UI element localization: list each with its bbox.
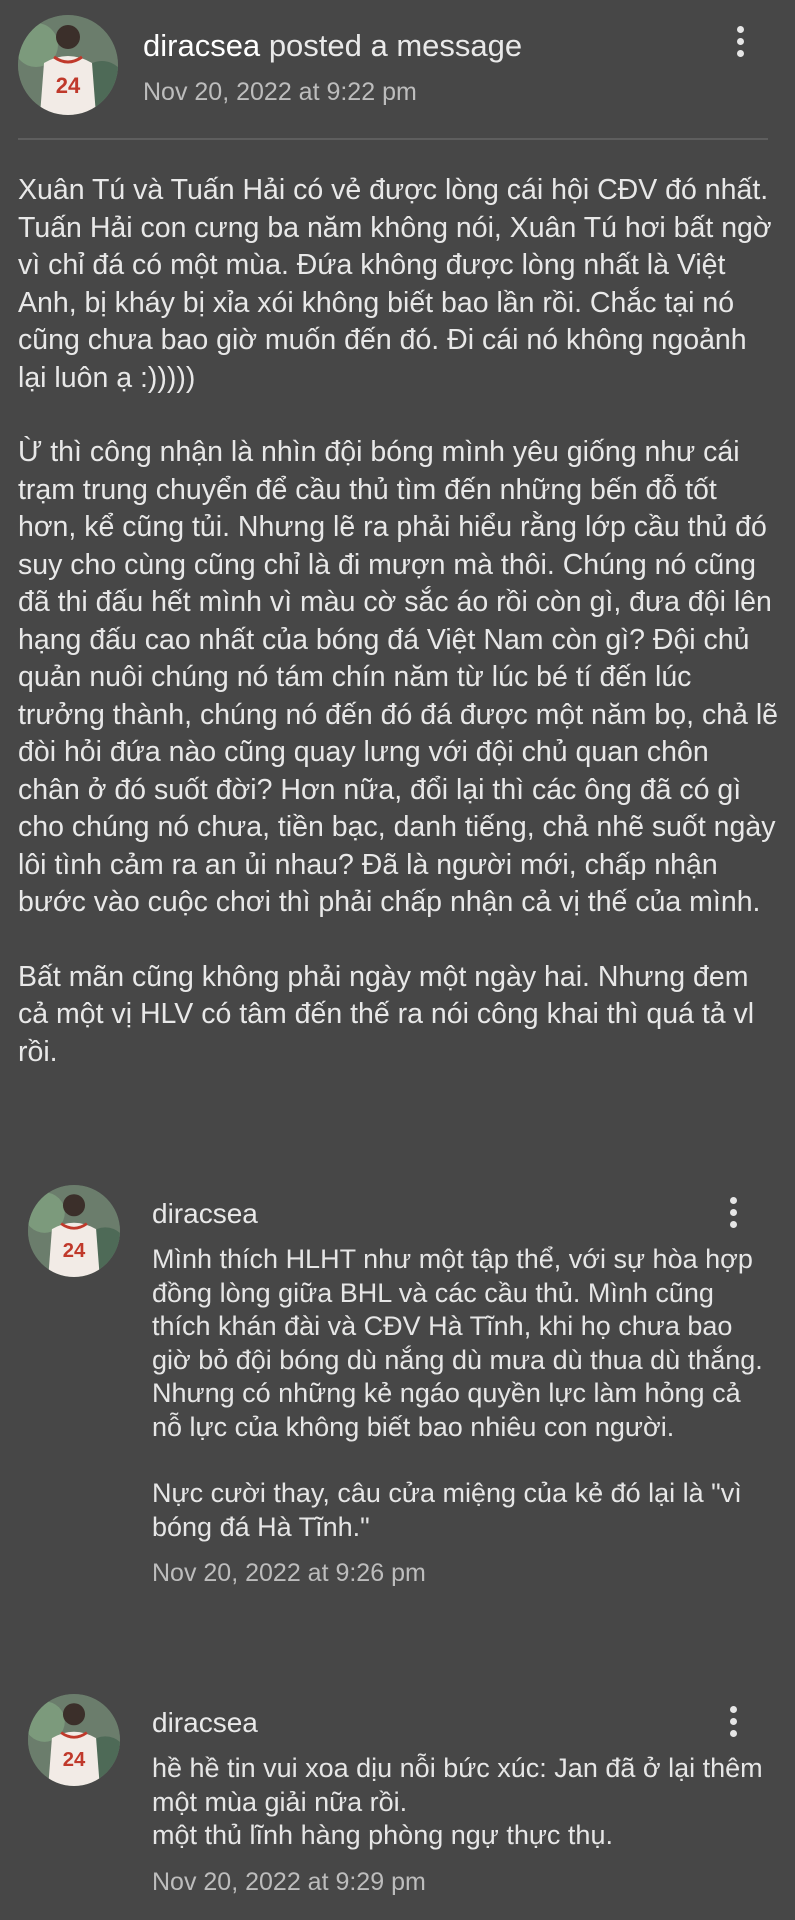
avatar-image: 24 — [28, 1694, 120, 1786]
comment-text: hề hề tin vui xoa dịu nỗi bức xúc: Jan đ… — [152, 1752, 772, 1899]
more-vertical-icon[interactable] — [723, 1197, 743, 1237]
post-paragraph: Xuân Tú và Tuấn Hải có vẻ được lòng cái … — [18, 174, 772, 394]
post-action-text: posted a message — [268, 28, 523, 63]
comment-timestamp[interactable]: Nov 20, 2022 at 9:26 pm — [152, 1557, 772, 1591]
post-author-line: diracsea posted a message — [143, 28, 522, 64]
avatar-jersey-number: 24 — [56, 73, 81, 98]
post-timestamp[interactable]: Nov 20, 2022 at 9:22 pm — [143, 78, 417, 107]
comment-avatar[interactable]: 24 — [28, 1694, 120, 1786]
post-author-name[interactable]: diracsea — [143, 28, 260, 63]
comment-text: Mình thích HLHT như một tập thể, với sự … — [152, 1243, 772, 1591]
comment-paragraph: một thủ lĩnh hàng phòng ngự thực thụ. — [152, 1820, 613, 1850]
avatar-image: 24 — [18, 15, 118, 115]
header-divider — [18, 138, 768, 140]
post-paragraph: Ừ thì công nhận là nhìn đội bóng mình yê… — [18, 436, 779, 918]
avatar-jersey-number: 24 — [63, 1749, 86, 1771]
more-vertical-icon[interactable] — [723, 1706, 743, 1746]
comment-timestamp[interactable]: Nov 20, 2022 at 9:29 pm — [152, 1866, 772, 1900]
more-vertical-icon[interactable] — [730, 26, 750, 66]
comment-avatar[interactable]: 24 — [28, 1185, 120, 1277]
author-avatar[interactable]: 24 — [18, 15, 118, 115]
post-body: Xuân Tú và Tuấn Hải có vẻ được lòng cái … — [18, 172, 778, 1108]
comment-paragraph: hề hề tin vui xoa dịu nỗi bức xúc: Jan đ… — [152, 1753, 763, 1817]
comment-paragraph: Mình thích HLHT như một tập thể, với sự … — [152, 1244, 763, 1442]
avatar-image: 24 — [28, 1185, 120, 1277]
avatar-jersey-number: 24 — [63, 1240, 86, 1262]
comment-author[interactable]: diracsea — [152, 1198, 258, 1230]
post-paragraph: Bất mãn cũng không phải ngày một ngày ha… — [18, 960, 755, 1068]
post-header: 24 diracsea posted a message Nov 20, 202… — [0, 0, 795, 140]
comment-paragraph: Nực cười thay, câu cửa miệng của kẻ đó l… — [152, 1478, 742, 1542]
comment-author[interactable]: diracsea — [152, 1707, 258, 1739]
